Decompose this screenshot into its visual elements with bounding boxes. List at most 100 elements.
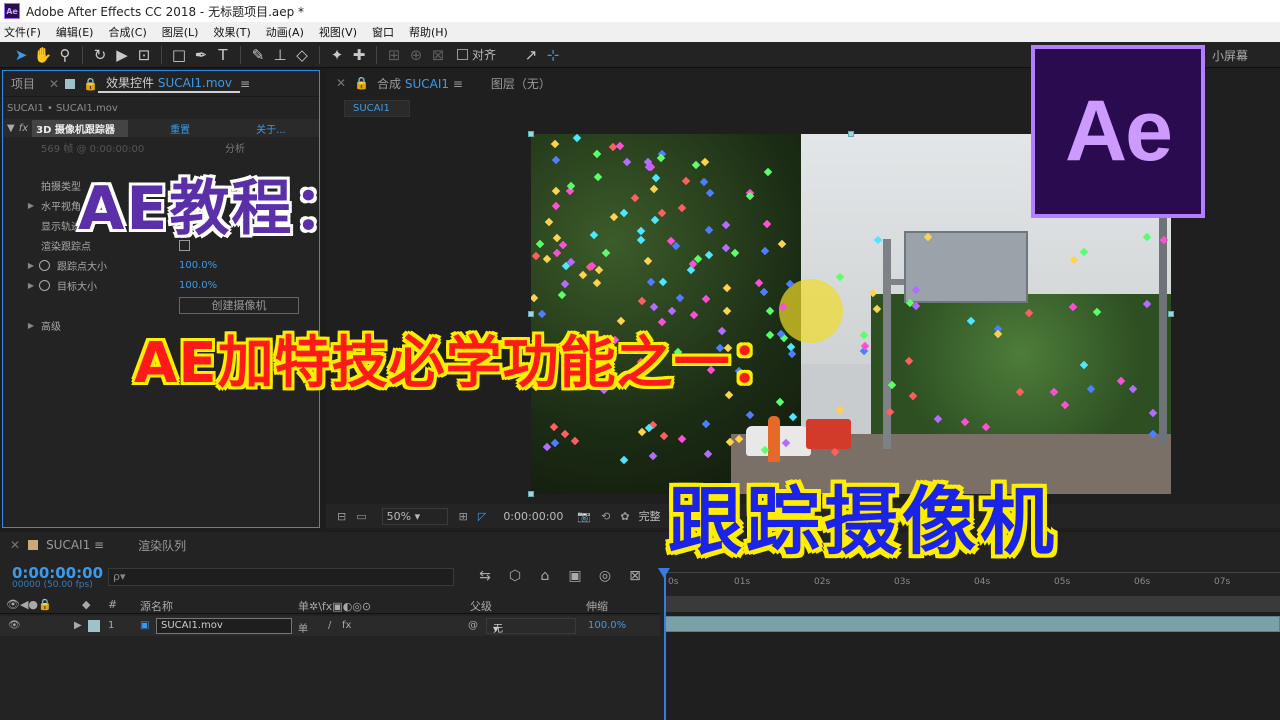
selection-tool-icon[interactable]: ➤ [10, 44, 32, 66]
region-of-interest-icon[interactable]: ⊟ [337, 510, 346, 523]
tab-project[interactable]: 项目 [3, 75, 43, 92]
menu-layer[interactable]: 图层(L) [162, 24, 199, 40]
tab-render-queue[interactable]: 渲染队列 [138, 537, 186, 554]
menu-effect[interactable]: 效果(T) [213, 24, 250, 40]
camera-tool-icon[interactable]: ▶ [111, 44, 133, 66]
stopwatch-icon[interactable] [39, 259, 50, 271]
text-tool-icon[interactable]: T [212, 44, 234, 66]
expand-arrow-icon[interactable]: ▼ [7, 123, 15, 134]
clone-stamp-tool-icon[interactable]: ⊥ [269, 44, 291, 66]
frame-blend-icon[interactable]: ▣ [560, 568, 590, 584]
menu-help[interactable]: 帮助(H) [409, 24, 448, 40]
brush-tool-icon[interactable]: ✎ [247, 44, 269, 66]
zoom-tool-icon[interactable]: ⚲ [54, 44, 76, 66]
menu-window[interactable]: 窗口 [372, 24, 394, 40]
layer-handle[interactable] [528, 311, 534, 317]
motion-blur-icon[interactable]: ◎ [590, 568, 620, 584]
display-icon[interactable]: ▭ [356, 510, 366, 523]
av-switches-icon[interactable]: 👁◀●🔒 [6, 598, 52, 611]
expand-arrow-icon[interactable]: ▶ [23, 201, 39, 210]
hand-tool-icon[interactable]: ✋ [32, 44, 54, 66]
menu-animation[interactable]: 动画(A) [266, 24, 304, 40]
workspace-small-screen[interactable]: 小屏幕 [1212, 47, 1248, 64]
roto-brush-tool-icon[interactable]: ✦ [326, 44, 348, 66]
pan-behind-tool-icon[interactable]: ⊡ [133, 44, 155, 66]
layer-name[interactable]: SUCAI1.mov [156, 618, 292, 634]
col-source-name[interactable]: 源名称 [140, 598, 173, 614]
toggle-mask-icon[interactable]: ◸ [478, 510, 486, 523]
col-parent[interactable]: 父级 [470, 598, 492, 614]
expand-arrow-icon[interactable]: ▶ [23, 261, 39, 270]
lock-icon[interactable]: 🔒 [83, 77, 98, 91]
snapshot-icon[interactable]: 📷 [577, 510, 591, 523]
rotate-tool-icon[interactable]: ↻ [89, 44, 111, 66]
menu-composition[interactable]: 合成(C) [108, 24, 146, 40]
puppet-pin-tool-icon[interactable]: ✚ [348, 44, 370, 66]
close-icon[interactable]: ✕ [336, 76, 346, 90]
quality-switch-icon[interactable]: / [328, 620, 331, 631]
comp-mini-flowchart-icon[interactable]: ⇆ [470, 568, 500, 584]
snap-edges-icon[interactable]: ↗ [520, 44, 542, 66]
tab-composition[interactable]: 合成 SUCAI1 ≡ [377, 75, 463, 92]
lock-icon[interactable]: 🔒 [354, 76, 369, 90]
resolution-select[interactable]: 完整 [639, 508, 661, 524]
expand-arrow-icon[interactable]: ▶ [74, 620, 82, 631]
about-link[interactable]: 关于... [256, 121, 286, 136]
close-icon[interactable]: ✕ [49, 77, 59, 91]
menu-view[interactable]: 视图(V) [319, 24, 357, 40]
comp-flowchart-tab[interactable]: SUCAI1 [344, 100, 410, 117]
layer-handle[interactable] [528, 491, 534, 497]
local-axis-icon[interactable]: ⊞ [383, 44, 405, 66]
eraser-tool-icon[interactable]: ◇ [291, 44, 313, 66]
stopwatch-icon[interactable] [39, 279, 50, 291]
snap-checkbox[interactable] [457, 49, 468, 60]
expand-arrow-icon[interactable]: ▶ [23, 321, 39, 330]
playhead[interactable] [664, 568, 666, 720]
layer-handle[interactable] [528, 131, 534, 137]
panel-menu-icon[interactable]: ≡ [240, 77, 250, 91]
fit-icon[interactable]: ⊞ [459, 510, 468, 523]
view-axis-icon[interactable]: ⊠ [427, 44, 449, 66]
draft-3d-icon[interactable]: ⬡ [500, 568, 530, 584]
show-snapshot-icon[interactable]: ⟲ [601, 510, 610, 523]
fx-icon[interactable]: fx [19, 123, 28, 134]
analyze-button[interactable]: 分析 [225, 140, 245, 155]
parent-select[interactable]: 无 ▾ [486, 618, 576, 635]
target-size-value[interactable]: 100.0% [179, 280, 217, 291]
layer-handle[interactable] [1168, 311, 1174, 317]
pickwhip-icon[interactable]: @ [468, 620, 478, 631]
tab-timeline-comp[interactable]: SUCAI1 ≡ [46, 538, 104, 552]
menu-edit[interactable]: 编辑(E) [56, 24, 94, 40]
label-column-icon[interactable]: ◆ [82, 598, 90, 611]
comp-timecode[interactable]: 0:00:00:00 [503, 510, 563, 523]
tab-effect-controls[interactable]: 效果控件 SUCAI1.mov [98, 74, 240, 93]
work-area-bar[interactable] [664, 596, 1280, 612]
table-row[interactable]: 👁 ▶ 1 ▣ SUCAI1.mov 单 / fx @ 无 ▾ 100.0% [0, 616, 660, 636]
zoom-select[interactable]: 50% ▾ [381, 507, 448, 525]
rectangle-tool-icon[interactable]: □ [168, 44, 190, 66]
shy-icon[interactable]: ⌂ [530, 568, 560, 584]
layer-handle[interactable] [848, 131, 854, 137]
col-stretch[interactable]: 伸缩 [586, 598, 608, 614]
graph-editor-icon[interactable]: ⊠ [620, 568, 650, 584]
layer-color-label[interactable] [88, 620, 100, 632]
visibility-eye-icon[interactable]: 👁 [8, 620, 21, 631]
create-camera-button[interactable]: 创建摄像机 [179, 296, 299, 314]
snap-features-icon[interactable]: ⊹ [542, 44, 564, 66]
close-icon[interactable]: ✕ [10, 538, 20, 552]
footage-truck [806, 419, 851, 449]
tab-layer[interactable]: 图层（无） [491, 75, 551, 92]
expand-arrow-icon[interactable]: ▶ [23, 281, 39, 290]
color-channel-icon[interactable]: ✿ [620, 510, 629, 523]
time-ruler[interactable]: 0s 01s 02s 03s 04s 05s 06s 07s [664, 572, 1280, 594]
reset-link[interactable]: 重置 [170, 121, 190, 136]
stretch-value[interactable]: 100.0% [588, 620, 626, 631]
fx-switch-icon[interactable]: fx [342, 620, 351, 631]
track-point-size-value[interactable]: 100.0% [179, 260, 217, 271]
shy-switch-icon[interactable]: 单 [298, 620, 308, 635]
layer-search-input[interactable]: ρ▾ [108, 568, 454, 586]
pen-tool-icon[interactable]: ✒ [190, 44, 212, 66]
menu-file[interactable]: 文件(F) [4, 24, 41, 40]
world-axis-icon[interactable]: ⊕ [405, 44, 427, 66]
layer-duration-bar[interactable] [664, 616, 1280, 632]
